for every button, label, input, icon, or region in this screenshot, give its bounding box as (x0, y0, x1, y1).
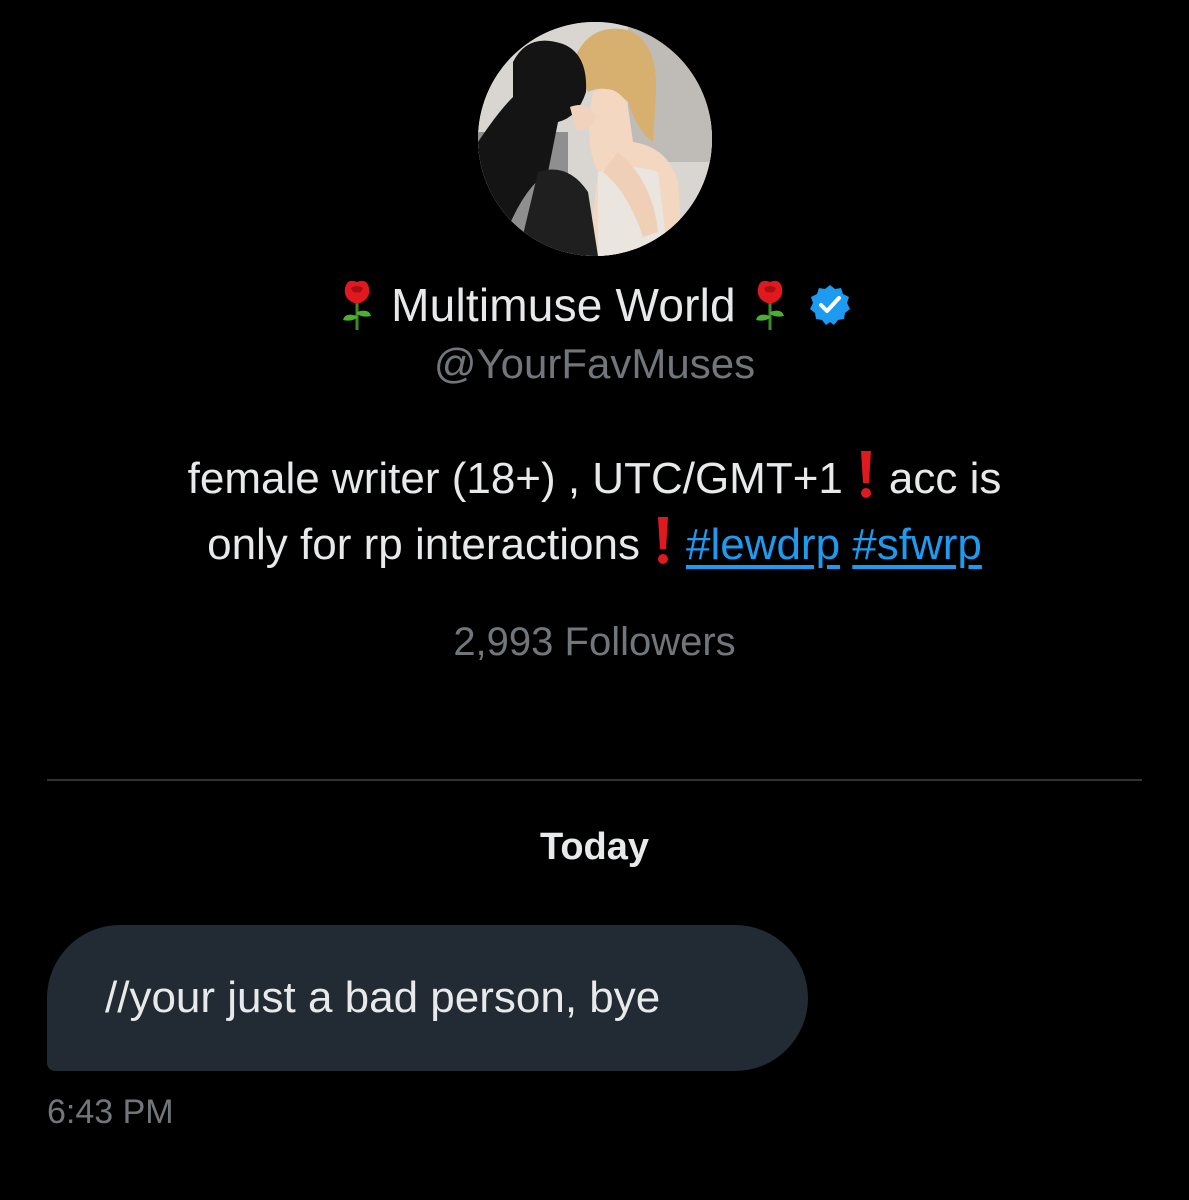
message-timestamp: 6:43 PM (47, 1093, 174, 1131)
profile-display-name: Multimuse World (391, 279, 736, 331)
bio-text: only for rp interactions (207, 520, 640, 569)
hashtag-link-sfwrp[interactable]: #sfwrp (852, 520, 982, 569)
rose-icon (343, 280, 372, 330)
bio-text: acc is (888, 454, 1002, 503)
date-separator: Today (539, 826, 650, 868)
red-exclamation-icon (860, 451, 871, 498)
profile-name-row: Multimuse World (0, 278, 1189, 332)
profile-bio: female writer (18+) , UTC/GMT+1 acc is on… (60, 446, 1129, 578)
section-divider (47, 779, 1142, 781)
profile-handle[interactable]: @YourFavMuses (0, 340, 1189, 388)
bio-line-2: only for rp interactions #lewdrp #sfwrp (60, 512, 1129, 578)
profile-avatar[interactable] (478, 22, 712, 256)
dm-conversation-page: Multimuse World @YourFavMuses female wri… (0, 0, 1189, 1200)
avatar-image (478, 22, 712, 256)
bio-text: female writer (18+) , UTC/GMT+1 (187, 454, 843, 503)
hashtag-link-lewdrp[interactable]: #lewdrp (686, 520, 840, 569)
message-text: //your just a bad person, bye (105, 973, 661, 1022)
followers-count[interactable]: 2,993 Followers (0, 620, 1189, 665)
bio-line-1: female writer (18+) , UTC/GMT+1 acc is (60, 446, 1129, 512)
rose-icon (755, 280, 784, 330)
message-bubble[interactable]: //your just a bad person, bye (47, 925, 808, 1071)
verified-badge-icon[interactable] (808, 283, 852, 327)
red-exclamation-icon (657, 517, 668, 564)
